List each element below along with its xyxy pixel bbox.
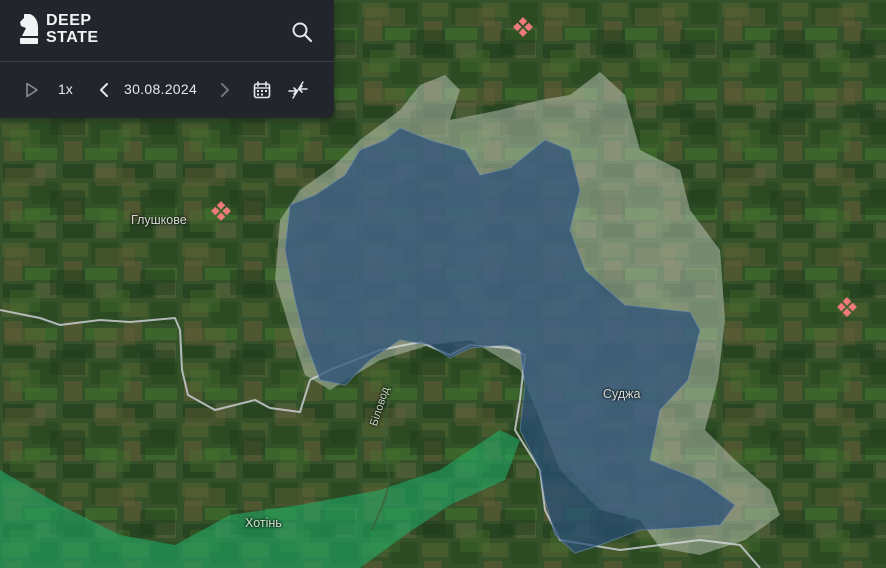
chevron-left-icon [100, 83, 108, 97]
calendar-button[interactable] [251, 79, 273, 101]
calendar-icon [253, 81, 271, 99]
compare-button[interactable] [287, 79, 309, 101]
diamond-grid-marker-icon[interactable] [513, 17, 533, 37]
diamond-grid-marker-icon[interactable] [837, 297, 857, 317]
previous-date-button[interactable] [94, 80, 114, 100]
search-icon [292, 22, 313, 43]
logo-line-1: DEEP [46, 12, 92, 29]
map-label-glushkove: Глушкове [131, 213, 187, 227]
knight-chess-piece-icon [20, 14, 38, 44]
speed-toggle[interactable]: 1x [58, 81, 73, 97]
date-display[interactable]: 30.08.2024 [124, 81, 197, 97]
map-label-sudzha: Суджа [603, 387, 641, 401]
next-date-button[interactable] [215, 80, 235, 100]
map-label-khotin: Хотінь [245, 516, 282, 530]
logo[interactable]: DEEP STATE [18, 12, 99, 46]
control-panel: DEEP STATE 1x 30.08.2024 [0, 0, 334, 118]
search-button[interactable] [288, 18, 316, 46]
compare-icon [288, 81, 308, 99]
play-button[interactable] [22, 80, 42, 100]
logo-text: DEEP STATE [46, 12, 99, 46]
diamond-grid-marker-icon[interactable] [211, 201, 231, 221]
play-icon [26, 82, 38, 98]
logo-line-2: STATE [46, 29, 99, 46]
chevron-right-icon [221, 83, 229, 97]
panel-divider [0, 61, 334, 62]
